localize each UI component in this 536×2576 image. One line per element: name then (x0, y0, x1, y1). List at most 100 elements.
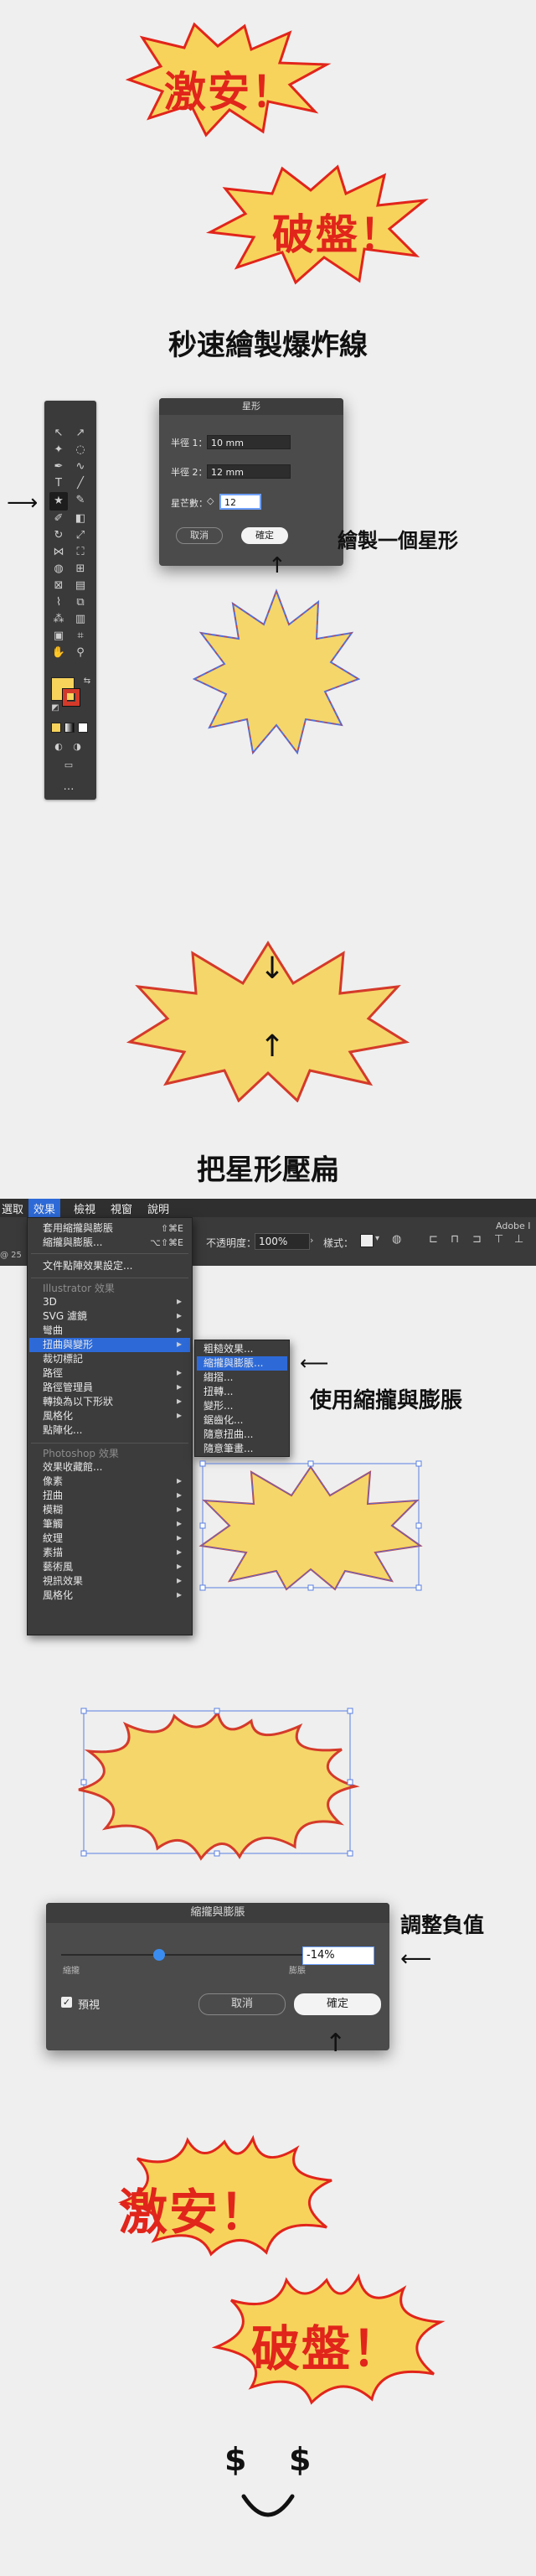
slice-tool-icon[interactable]: ⌗ (73, 629, 88, 644)
radius1-field[interactable]: 10 mm (207, 435, 291, 449)
default-colors-icon[interactable]: ◩ (48, 701, 63, 716)
star-cancel-button[interactable]: 取消 (176, 527, 223, 544)
eraser-tool-icon[interactable]: ◧ (73, 511, 88, 526)
star-tool-icon[interactable]: ★ (49, 492, 68, 511)
style-swatch[interactable] (360, 1234, 374, 1247)
rotate-tool-icon[interactable]: ↻ (51, 528, 66, 543)
align-center-icon[interactable]: ⊓ (451, 1233, 459, 1246)
menu-artistic[interactable]: 藝術風 (43, 1560, 73, 1574)
color-mode-button[interactable] (51, 723, 61, 733)
menu-doc-raster[interactable]: 文件點陣效果設定... (43, 1259, 132, 1273)
menu-svg-filter[interactable]: SVG 濾鏡 (43, 1309, 87, 1324)
artboard-tool-icon[interactable]: ▣ (51, 629, 66, 644)
menu-path[interactable]: 路徑 (43, 1366, 63, 1381)
star-annotation: 繪製一個星形 (338, 529, 458, 552)
pen-tool-icon[interactable]: ✒ (51, 459, 66, 474)
submenu-transform[interactable]: 變形... (204, 1399, 233, 1413)
gradient-mode-button[interactable] (64, 723, 75, 733)
menu-distort-transform[interactable]: 扭曲與變形 (43, 1338, 93, 1352)
mesh-tool-icon[interactable]: ⊠ (51, 578, 66, 593)
scale-tool-icon[interactable]: ⤢ (73, 528, 88, 543)
pucker-cancel-button[interactable]: 取消 (198, 1993, 286, 2015)
recolor-icon[interactable]: ◍ (392, 1233, 401, 1246)
gradient-tool-icon[interactable]: ▤ (73, 578, 88, 593)
points-field[interactable]: 12 (219, 494, 261, 510)
none-mode-button[interactable] (78, 723, 88, 733)
menu-distort[interactable]: 扭曲 (43, 1489, 63, 1503)
puckered-shape (78, 1708, 360, 1861)
zoom-tool-icon[interactable]: ⚲ (73, 645, 88, 661)
menu-sketch[interactable]: 素描 (43, 1546, 63, 1560)
selection-tool-icon[interactable]: ↖ (51, 426, 66, 441)
submenu-roughen[interactable]: 粗糙效果... (204, 1342, 253, 1356)
points-stepper-icon[interactable]: ◇ (207, 495, 214, 506)
pucker-slider-handle[interactable] (153, 1949, 165, 1961)
menu-pathfinder[interactable]: 路徑管理員 (43, 1381, 93, 1395)
menu-help[interactable]: 說明 (147, 1200, 169, 1216)
submenu-arrow-icon: ▸ (176, 1532, 182, 1543)
menu-apply-last[interactable]: 套用縮攏與膨脹 (43, 1221, 113, 1236)
align-bottom-icon[interactable]: ⊥ (514, 1233, 523, 1246)
blend-tool-icon[interactable]: ⧉ (73, 595, 88, 610)
menu-last-effect[interactable]: 縮攏與膨脹... (43, 1236, 102, 1250)
width-tool-icon[interactable]: ⋈ (51, 545, 66, 560)
menu-video[interactable]: 視訊效果 (43, 1574, 83, 1589)
submenu-pucker-bloat[interactable]: 縮攏與膨脹... (204, 1356, 263, 1371)
free-transform-tool-icon[interactable]: ⛶ (73, 545, 88, 560)
stroke-swatch[interactable] (62, 688, 80, 707)
menu-convert-shape[interactable]: 轉換為以下形狀 (43, 1395, 113, 1409)
menu-texture[interactable]: 紋理 (43, 1532, 63, 1546)
submenu-zigzag[interactable]: 鋸齒化... (204, 1413, 243, 1428)
menu-bar: 選取 效果 檢視 視窗 說明 (0, 1199, 536, 1218)
menu-effect-gallery[interactable]: 效果收藏館... (43, 1460, 102, 1475)
menu-effect[interactable]: 效果 (28, 1199, 61, 1218)
star-ok-button[interactable]: 確定 (241, 527, 288, 544)
pucker-slider-track[interactable] (61, 1954, 312, 1956)
submenu-scribble[interactable]: 隨意筆畫... (204, 1442, 253, 1456)
draw-mode-icon[interactable]: ◐ (51, 739, 66, 754)
shaper-tool-icon[interactable]: ✐ (51, 511, 66, 526)
direct-selection-tool-icon[interactable]: ↗ (73, 426, 88, 441)
align-right-icon[interactable]: ⊐ (472, 1233, 482, 1246)
pucker-ok-button[interactable]: 確定 (294, 1993, 381, 2015)
screen-mode-icon[interactable]: ▭ (61, 758, 76, 773)
menu-window[interactable]: 視窗 (111, 1200, 132, 1216)
draw-inside-icon[interactable]: ◑ (70, 739, 85, 754)
menu-warp[interactable]: 彎曲 (43, 1324, 63, 1338)
submenu-free-distort[interactable]: 隨意扭曲... (204, 1428, 253, 1442)
align-top-icon[interactable]: ⊤ (494, 1233, 503, 1246)
radius2-field[interactable]: 12 mm (207, 464, 291, 479)
symbol-sprayer-tool-icon[interactable]: ⁂ (51, 612, 66, 627)
preview-checkbox[interactable]: ✓ (61, 1997, 72, 2008)
menu-ps-stylize[interactable]: 風格化 (43, 1589, 73, 1603)
submenu-zigzag-crinkle[interactable]: 縐摺... (204, 1371, 233, 1385)
curvature-tool-icon[interactable]: ∿ (73, 459, 88, 474)
type-tool-icon[interactable]: T (51, 476, 66, 491)
align-left-icon[interactable]: ⊏ (429, 1233, 438, 1246)
more-tools-icon[interactable]: … (61, 780, 76, 795)
lasso-tool-icon[interactable]: ◌ (73, 443, 88, 458)
menu-3d[interactable]: 3D (43, 1295, 57, 1309)
column-graph-tool-icon[interactable]: ▥ (73, 612, 88, 627)
menu-blur[interactable]: 模糊 (43, 1503, 63, 1517)
magic-wand-tool-icon[interactable]: ✦ (51, 443, 66, 458)
opacity-field[interactable]: 100% (255, 1233, 310, 1250)
submenu-twist[interactable]: 扭轉... (204, 1385, 233, 1399)
perspective-tool-icon[interactable]: ⊞ (73, 562, 88, 577)
menu-brush-strokes[interactable]: 筆觸 (43, 1517, 63, 1532)
menu-select[interactable]: 選取 (2, 1200, 23, 1216)
menu-crop-marks[interactable]: 裁切標記 (43, 1352, 83, 1366)
eyedropper-tool-icon[interactable]: ⌇ (51, 595, 66, 610)
paintbrush-tool-icon[interactable]: ✎ (73, 493, 88, 508)
opacity-chevron-icon[interactable]: › (310, 1235, 313, 1246)
shape-builder-tool-icon[interactable]: ◍ (51, 562, 66, 577)
pucker-value-field[interactable]: -14% (302, 1946, 374, 1965)
swap-colors-icon[interactable]: ⇆ (80, 674, 95, 689)
hand-tool-icon[interactable]: ✋ (51, 645, 66, 661)
menu-stylize[interactable]: 風格化 (43, 1409, 73, 1423)
style-chevron-icon[interactable]: ▾ (375, 1234, 379, 1243)
menu-view[interactable]: 檢視 (74, 1200, 95, 1216)
menu-rasterize[interactable]: 點陣化... (43, 1423, 82, 1438)
menu-pixelate[interactable]: 像素 (43, 1475, 63, 1489)
line-tool-icon[interactable]: ╱ (73, 476, 88, 491)
